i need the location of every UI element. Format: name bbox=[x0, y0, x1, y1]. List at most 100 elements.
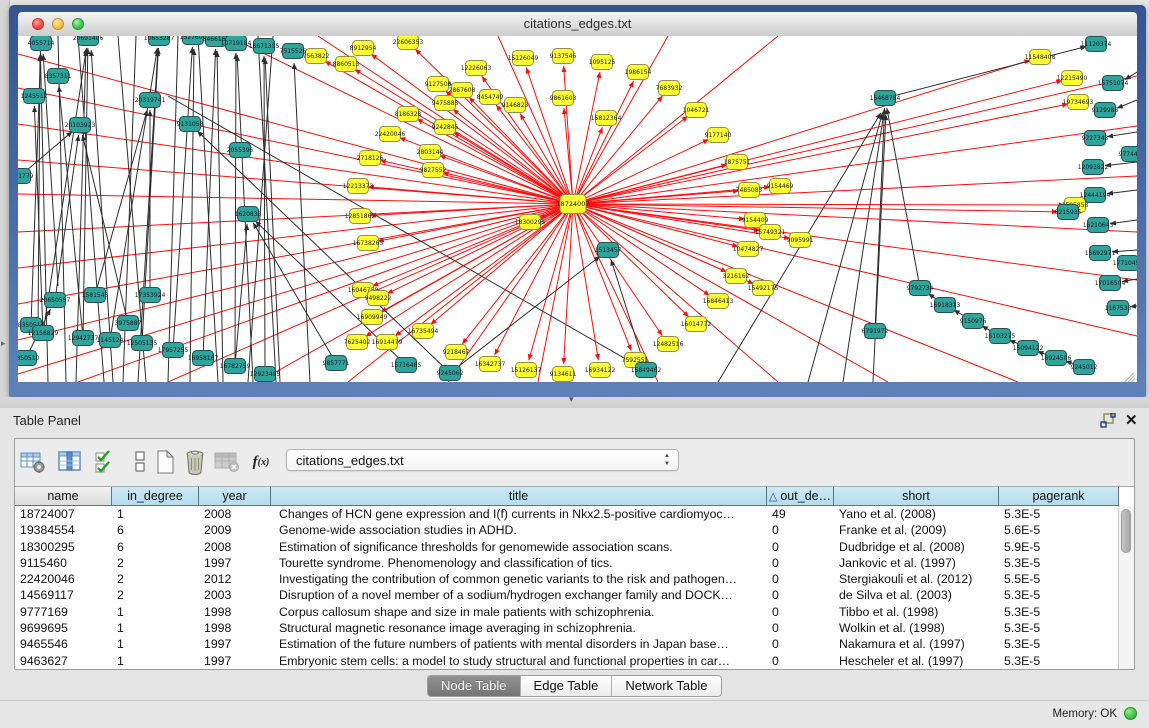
cell-year[interactable]: 1998 bbox=[199, 620, 271, 636]
cell-short[interactable]: Wolkin et al. (1998) bbox=[834, 620, 999, 636]
cell-short[interactable]: Nakamura et al. (1997) bbox=[834, 636, 999, 652]
cell-in_degree[interactable]: 1 bbox=[112, 604, 199, 620]
cell-in_degree[interactable]: 1 bbox=[112, 506, 199, 522]
table-row[interactable]: 1872400712008Changes of HCN gene express… bbox=[15, 506, 1119, 522]
table-row[interactable]: 911546021997Tourette syndrome. Phenomeno… bbox=[15, 555, 1119, 571]
cell-year[interactable]: 2008 bbox=[199, 539, 271, 555]
cell-out_degree[interactable]: 0 bbox=[767, 620, 834, 636]
memory-ok-indicator[interactable] bbox=[1124, 707, 1137, 720]
cell-pagerank[interactable]: 5.9E-5 bbox=[999, 539, 1119, 555]
cell-name[interactable]: 9465546 bbox=[15, 636, 112, 652]
cell-in_degree[interactable]: 1 bbox=[112, 620, 199, 636]
cell-in_degree[interactable]: 1 bbox=[112, 653, 199, 669]
float-panel-icon[interactable] bbox=[1098, 413, 1116, 429]
cell-title[interactable]: Changes of HCN gene expression and I(f) … bbox=[271, 506, 767, 522]
cell-pagerank[interactable]: 5.3E-5 bbox=[999, 555, 1119, 571]
table-vertical-scrollbar[interactable] bbox=[1118, 506, 1134, 669]
cell-out_degree[interactable]: 0 bbox=[767, 636, 834, 652]
cell-pagerank[interactable]: 5.3E-5 bbox=[999, 604, 1119, 620]
cell-in_degree[interactable]: 2 bbox=[112, 571, 199, 587]
network-canvas[interactable]: 1872400715126049122260639127508818632822… bbox=[18, 36, 1137, 382]
cell-year[interactable]: 1997 bbox=[199, 555, 271, 571]
cell-title[interactable]: Investigating the contribution of common… bbox=[271, 571, 767, 587]
cell-out_degree[interactable]: 49 bbox=[767, 506, 834, 522]
cell-out_degree[interactable]: 0 bbox=[767, 604, 834, 620]
table-row[interactable]: 1456911722003Disruption of a novel membe… bbox=[15, 587, 1119, 603]
cell-year[interactable]: 2008 bbox=[199, 506, 271, 522]
table-row[interactable]: 1938455462009Genome-wide association stu… bbox=[15, 522, 1119, 538]
cell-year[interactable]: 2009 bbox=[199, 522, 271, 538]
merge-rows-icon[interactable] bbox=[126, 448, 154, 476]
column-header-title[interactable]: title bbox=[271, 487, 767, 506]
column-header-year[interactable]: year bbox=[199, 487, 271, 506]
column-header-name[interactable]: name bbox=[15, 487, 112, 506]
table-settings-icon[interactable] bbox=[19, 448, 47, 476]
delete-column-icon[interactable] bbox=[181, 448, 209, 476]
column-visibility-icon[interactable] bbox=[56, 448, 84, 476]
cell-name[interactable]: 22420046 bbox=[15, 571, 112, 587]
table-row[interactable]: 969969511998Structural magnetic resonanc… bbox=[15, 620, 1119, 636]
cell-year[interactable]: 2012 bbox=[199, 571, 271, 587]
tab-network-table[interactable]: Network Table bbox=[612, 676, 720, 696]
cell-out_degree[interactable]: 0 bbox=[767, 587, 834, 603]
cell-out_degree[interactable]: 0 bbox=[767, 571, 834, 587]
cell-pagerank[interactable]: 5.6E-5 bbox=[999, 522, 1119, 538]
table-row[interactable]: 946554611997Estimation of the future num… bbox=[15, 636, 1119, 652]
cell-title[interactable]: Estimation of significance thresholds fo… bbox=[271, 539, 767, 555]
cell-short[interactable]: Hescheler et al. (1997) bbox=[834, 653, 999, 669]
cell-title[interactable]: Genome-wide association studies in ADHD. bbox=[271, 522, 767, 538]
close-panel-icon[interactable]: ✕ bbox=[1125, 411, 1138, 429]
horizontal-splitter[interactable]: ▾ bbox=[0, 397, 1149, 408]
cell-short[interactable]: Yano et al. (2008) bbox=[834, 506, 999, 522]
cell-out_degree[interactable]: 0 bbox=[767, 555, 834, 571]
column-header-out-degree[interactable]: △out_de… bbox=[767, 487, 834, 506]
column-header-short[interactable]: short bbox=[834, 487, 999, 506]
cell-name[interactable]: 9699695 bbox=[15, 620, 112, 636]
cell-in_degree[interactable]: 2 bbox=[112, 587, 199, 603]
cell-pagerank[interactable]: 5.3E-5 bbox=[999, 636, 1119, 652]
cell-out_degree[interactable]: 0 bbox=[767, 539, 834, 555]
scrollbar-thumb[interactable] bbox=[1121, 509, 1131, 553]
cell-title[interactable]: Corpus callosum shape and size in male p… bbox=[271, 604, 767, 620]
network-view-window[interactable]: citations_edges.txt 18724007151260491222… bbox=[9, 5, 1146, 397]
cell-pagerank[interactable]: 5.3E-5 bbox=[999, 506, 1119, 522]
cell-out_degree[interactable]: 0 bbox=[767, 653, 834, 669]
cell-in_degree[interactable]: 6 bbox=[112, 539, 199, 555]
cell-title[interactable]: Structural magnetic resonance image aver… bbox=[271, 620, 767, 636]
cell-in_degree[interactable]: 2 bbox=[112, 555, 199, 571]
create-column-icon[interactable] bbox=[151, 448, 179, 476]
cell-title[interactable]: Embryonic stem cells: a model to study s… bbox=[271, 653, 767, 669]
cell-short[interactable]: de Silva et al. (2003) bbox=[834, 587, 999, 603]
cell-name[interactable]: 18724007 bbox=[15, 506, 112, 522]
splitter-handle-icon[interactable]: ▾ bbox=[569, 394, 574, 405]
cell-name[interactable]: 14569117 bbox=[15, 587, 112, 603]
table-selector-dropdown[interactable]: citations_edges.txt ▲▼ bbox=[286, 449, 679, 471]
cell-title[interactable]: Tourette syndrome. Phenomenology and cla… bbox=[271, 555, 767, 571]
cell-in_degree[interactable]: 1 bbox=[112, 636, 199, 652]
table-row[interactable]: 946362711997Embryonic stem cells: a mode… bbox=[15, 653, 1119, 669]
cell-name[interactable]: 9463627 bbox=[15, 653, 112, 669]
cell-year[interactable]: 1997 bbox=[199, 653, 271, 669]
cell-name[interactable]: 18300295 bbox=[15, 539, 112, 555]
cell-pagerank[interactable]: 5.3E-5 bbox=[999, 653, 1119, 669]
cell-out_degree[interactable]: 0 bbox=[767, 522, 834, 538]
column-header-in-degree[interactable]: in_degree bbox=[112, 487, 199, 506]
cell-short[interactable]: Jankovic et al. (1997) bbox=[834, 555, 999, 571]
table-row[interactable]: 2242004622012Investigating the contribut… bbox=[15, 571, 1119, 587]
cell-short[interactable]: Stergiakouli et al. (2012) bbox=[834, 571, 999, 587]
cell-pagerank[interactable]: 5.3E-5 bbox=[999, 587, 1119, 603]
cell-year[interactable]: 2003 bbox=[199, 587, 271, 603]
cell-name[interactable]: 9115460 bbox=[15, 555, 112, 571]
cell-pagerank[interactable]: 5.3E-5 bbox=[999, 620, 1119, 636]
cell-name[interactable]: 9777169 bbox=[15, 604, 112, 620]
column-header-pagerank[interactable]: pagerank bbox=[999, 487, 1119, 506]
cell-pagerank[interactable]: 5.5E-5 bbox=[999, 571, 1119, 587]
select-columns-icon[interactable] bbox=[91, 448, 119, 476]
cell-name[interactable]: 19384554 bbox=[15, 522, 112, 538]
canvas-resize-grip[interactable] bbox=[1122, 367, 1136, 381]
function-builder-icon[interactable]: f(x) bbox=[247, 448, 275, 476]
citation-network-graph[interactable]: 1872400715126049122260639127508818632822… bbox=[18, 36, 1137, 382]
cell-short[interactable]: Tibbo et al. (1998) bbox=[834, 604, 999, 620]
cell-year[interactable]: 1997 bbox=[199, 636, 271, 652]
cell-in_degree[interactable]: 6 bbox=[112, 522, 199, 538]
